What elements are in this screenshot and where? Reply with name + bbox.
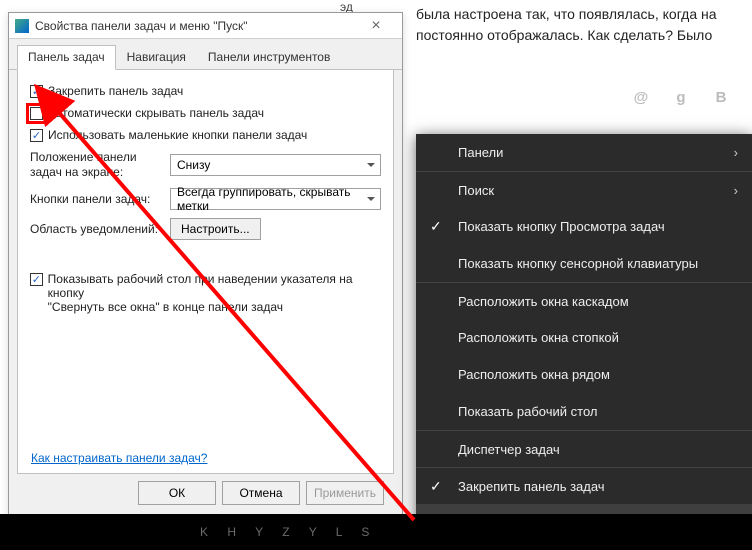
tab-toolbars[interactable]: Панели инструментов — [197, 45, 341, 69]
chevron-right-icon: › — [734, 183, 738, 198]
menu-label: Показать рабочий стол — [458, 404, 597, 419]
menu-panels[interactable]: Панели › — [416, 134, 752, 171]
peek-row[interactable]: ✓ Показывать рабочий стол при наведении … — [30, 272, 381, 314]
peek-label: Показывать рабочий стол при наведении ук… — [48, 272, 381, 314]
menu-search[interactable]: Поиск › — [416, 171, 752, 208]
peek-label-l2: "Свернуть все окна" в конце панели задач — [48, 300, 283, 314]
vk-icon[interactable]: B — [712, 88, 730, 106]
menu-label: Расположить окна рядом — [458, 367, 610, 382]
notification-row: Область уведомлений: Настроить... — [30, 218, 381, 240]
taskbar-text: K H Y Z Y L S — [200, 525, 377, 539]
customize-button[interactable]: Настроить... — [170, 218, 261, 240]
buttons-value: Всегда группировать, скрывать метки — [177, 185, 362, 213]
at-icon[interactable]: @ — [632, 88, 650, 106]
tab-panel: ✓ Закрепить панель задач Автоматически с… — [17, 70, 394, 474]
menu-lock-taskbar[interactable]: ✓ Закрепить панель задач — [416, 467, 752, 504]
autohide-label: Автоматически скрывать панель задач — [48, 106, 264, 120]
menu-label: Диспетчер задач — [458, 442, 560, 457]
position-select[interactable]: Снизу — [170, 154, 381, 176]
menu-label: Панели — [458, 145, 503, 160]
buttons-select[interactable]: Всегда группировать, скрывать метки — [170, 188, 381, 210]
close-button[interactable]: × — [356, 18, 396, 34]
titlebar: Свойства панели задач и меню "Пуск" × — [9, 13, 402, 39]
chevron-right-icon: › — [734, 145, 738, 160]
menu-task-view[interactable]: ✓ Показать кнопку Просмотра задач — [416, 208, 752, 245]
position-label: Положение панели задач на экране: — [30, 150, 170, 180]
taskbar-context-menu: Панели › Поиск › ✓ Показать кнопку Просмотр… — [416, 134, 752, 541]
menu-show-desktop[interactable]: Показать рабочий стол — [416, 393, 752, 430]
small-buttons-row[interactable]: ✓ Использовать маленькие кнопки панели з… — [30, 128, 381, 142]
check-icon: ✓ — [430, 218, 442, 235]
tab-taskbar[interactable]: Панель задач — [17, 45, 116, 70]
tab-navigation[interactable]: Навигация — [116, 45, 197, 69]
autohide-row[interactable]: Автоматически скрывать панель задач — [30, 106, 381, 120]
lock-taskbar-label: Закрепить панель задач — [48, 84, 183, 98]
checkbox-icon[interactable]: ✓ — [30, 273, 43, 286]
help-link[interactable]: Как настраивать панели задач? — [31, 451, 207, 465]
cancel-button[interactable]: Отмена — [222, 481, 300, 505]
position-value: Снизу — [177, 158, 210, 172]
desktop-taskbar[interactable]: K H Y Z Y L S — [0, 514, 752, 550]
window-icon — [15, 19, 29, 33]
social-icons: @ g B — [632, 88, 730, 106]
bg-line-2: постоянно отображалась. Как сделать? Был… — [416, 27, 712, 43]
dialog-footer: ОК Отмена Применить — [138, 481, 384, 505]
menu-cascade[interactable]: Расположить окна каскадом — [416, 282, 752, 319]
tab-strip: Панель задач Навигация Панели инструмент… — [9, 39, 402, 70]
checkbox-icon[interactable]: ✓ — [30, 85, 43, 98]
checkbox-icon[interactable] — [30, 107, 43, 120]
ok-button[interactable]: ОК — [138, 481, 216, 505]
menu-label: Расположить окна каскадом — [458, 294, 629, 309]
menu-side-by-side[interactable]: Расположить окна рядом — [416, 356, 752, 393]
menu-label: Расположить окна стопкой — [458, 330, 619, 345]
notification-label: Область уведомлений: — [30, 222, 170, 237]
lock-taskbar-row[interactable]: ✓ Закрепить панель задач — [30, 84, 381, 98]
buttons-label: Кнопки панели задач: — [30, 192, 170, 207]
menu-label: Показать кнопку сенсорной клавиатуры — [458, 256, 698, 271]
menu-label: Закрепить панель задач — [458, 479, 605, 494]
bg-line-1: была настроена так, что появлялась, когд… — [416, 6, 717, 22]
menu-stacked[interactable]: Расположить окна стопкой — [416, 319, 752, 356]
odnoklassniki-icon[interactable]: g — [672, 88, 690, 106]
small-buttons-label: Использовать маленькие кнопки панели зад… — [48, 128, 307, 142]
position-row: Положение панели задач на экране: Снизу — [30, 150, 381, 180]
buttons-row: Кнопки панели задач: Всегда группировать… — [30, 188, 381, 210]
menu-label: Показать кнопку Просмотра задач — [458, 219, 665, 234]
window-title: Свойства панели задач и меню "Пуск" — [35, 19, 356, 33]
menu-label: Поиск — [458, 183, 494, 198]
apply-button[interactable]: Применить — [306, 481, 384, 505]
menu-touch-keyboard[interactable]: Показать кнопку сенсорной клавиатуры — [416, 245, 752, 282]
checkbox-icon[interactable]: ✓ — [30, 129, 43, 142]
check-icon: ✓ — [430, 478, 442, 495]
background-paragraph: была настроена так, что появлялась, когд… — [410, 0, 752, 50]
taskbar-properties-dialog: Свойства панели задач и меню "Пуск" × Па… — [8, 12, 403, 516]
menu-task-manager[interactable]: Диспетчер задач — [416, 430, 752, 467]
peek-label-l1: Показывать рабочий стол при наведении ук… — [48, 272, 353, 300]
